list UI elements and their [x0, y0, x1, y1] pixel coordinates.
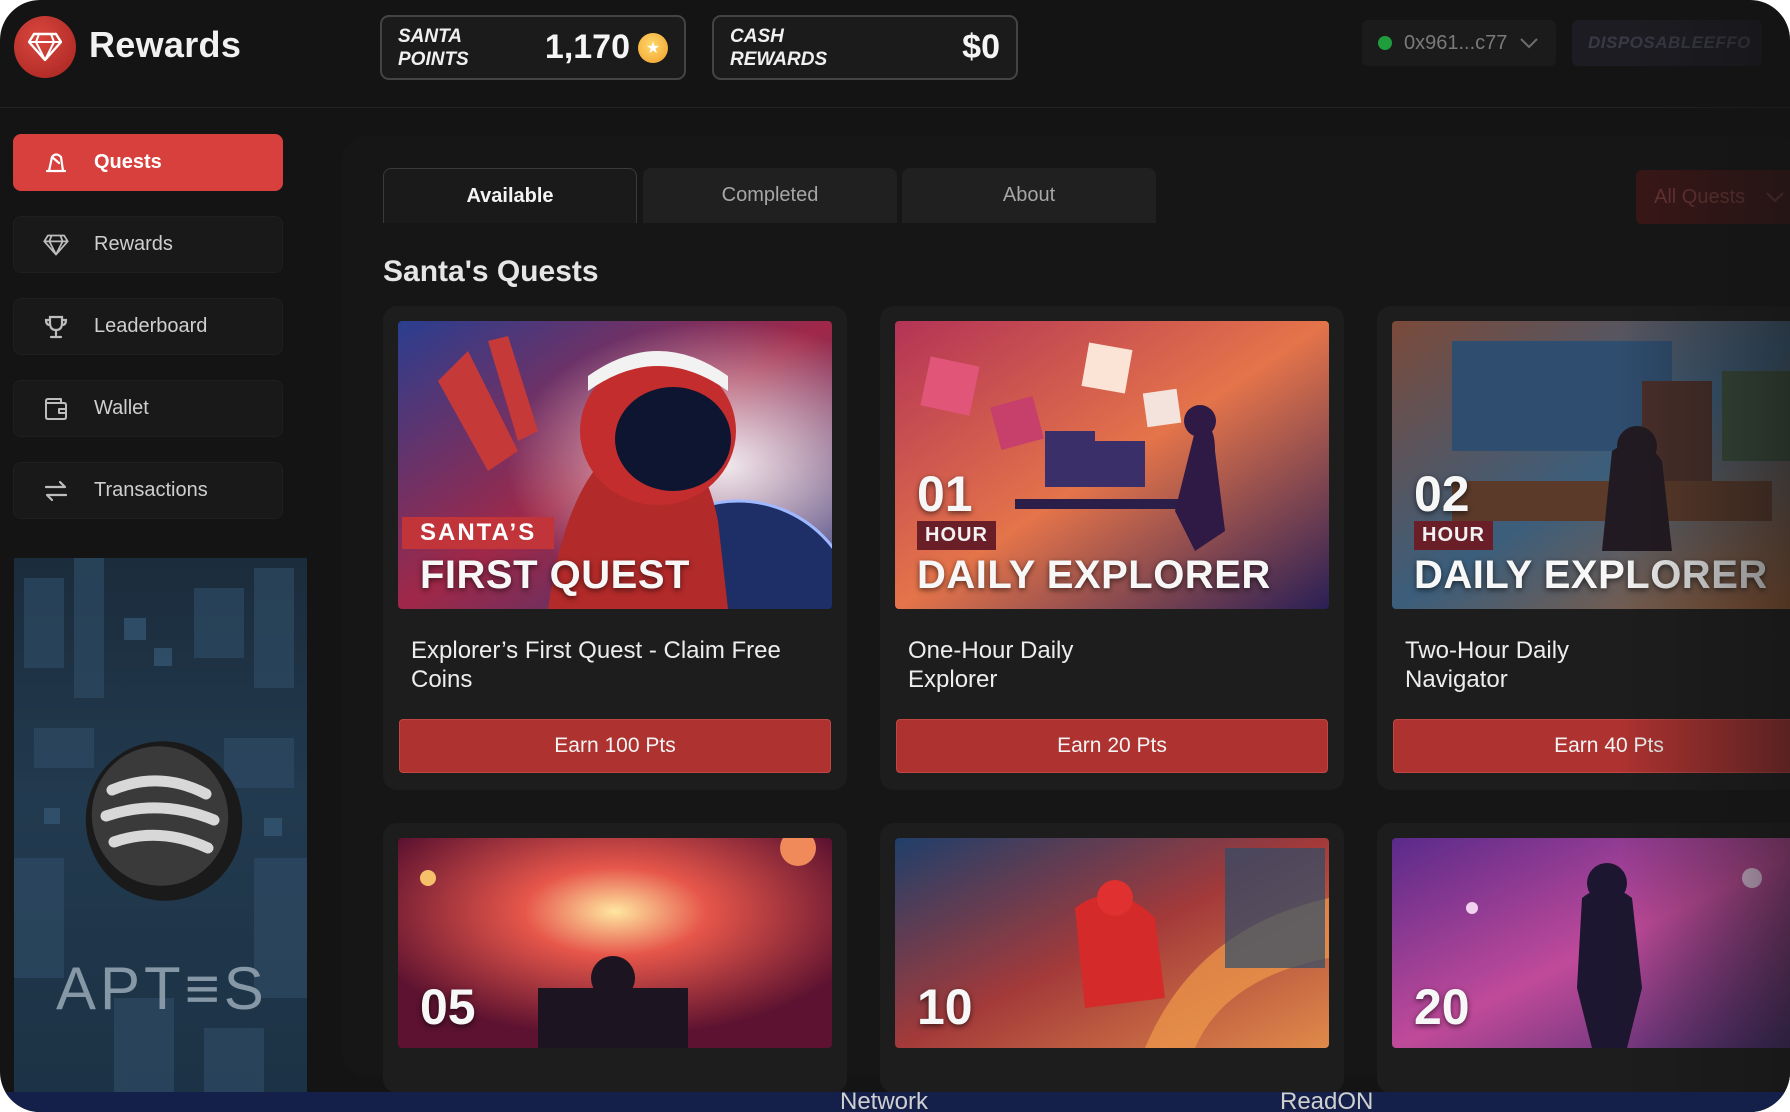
- app-frame: Rewards SANTA POINTS 1,170 ★ CASH REWARD…: [0, 0, 1790, 1112]
- cash-rewards-box[interactable]: CASH REWARDS $0: [712, 15, 1018, 80]
- quest-title: One-Hour Daily Explorer: [908, 637, 1074, 693]
- wallet-icon: [42, 395, 70, 423]
- quest-card-ten-hour[interactable]: 10: [880, 823, 1344, 1093]
- sidebar-item-quests[interactable]: Quests: [13, 134, 283, 191]
- quest-image-caption: DAILY EXPLORER: [917, 553, 1271, 597]
- wallet-address: 0x961...c77: [1404, 31, 1508, 54]
- quest-thumbnail: 10: [895, 838, 1329, 1048]
- santa-points-box[interactable]: SANTA POINTS 1,170 ★: [380, 15, 686, 80]
- quest-card-one-hour[interactable]: 01 HOUR DAILY EXPLORER One-Hour Daily Ex…: [880, 306, 1344, 790]
- santa-points-value: 1,170 ★: [545, 28, 668, 67]
- quest-image-unit: HOUR: [917, 521, 996, 550]
- earn-points-button[interactable]: Earn 40 Pts: [1393, 719, 1790, 773]
- santa-points-label: SANTA POINTS: [398, 25, 469, 70]
- quest-title: Two-Hour Daily Navigator: [1405, 637, 1570, 693]
- quest-icon: [42, 149, 70, 177]
- quest-image-unit: HOUR: [1414, 521, 1493, 550]
- quest-image-caption: DAILY EXPLORER: [1414, 553, 1768, 597]
- disposable-account-button[interactable]: DISPOSABLEEFFO: [1572, 20, 1762, 66]
- quest-image-tag: SANTA’S: [402, 517, 555, 549]
- santa-points-number: 1,170: [544, 28, 630, 66]
- quest-image-number: 01: [917, 466, 973, 522]
- quest-card-first-quest[interactable]: SANTA’S FIRST QUEST Explorer’s First Que…: [383, 306, 847, 790]
- bottom-banner-strip: Network ReadON: [0, 1092, 1790, 1112]
- quest-thumbnail: SANTA’S FIRST QUEST: [398, 321, 832, 609]
- quest-filter-dropdown[interactable]: All Quests: [1636, 170, 1790, 224]
- chevron-down-icon: [1520, 38, 1539, 49]
- earn-points-button[interactable]: Earn 20 Pts: [896, 719, 1328, 773]
- cash-rewards-label: CASH REWARDS: [730, 25, 828, 70]
- quest-image-caption: FIRST QUEST: [420, 553, 690, 597]
- quest-thumbnail: 02 HOUR DAILY EXPLORER: [1392, 321, 1790, 609]
- coin-icon: ★: [638, 32, 668, 63]
- quest-image-number: 20: [1414, 979, 1470, 1035]
- sidebar-item-label: Transactions: [94, 479, 208, 501]
- quest-thumbnail: 20: [1392, 838, 1790, 1048]
- trophy-icon: [42, 313, 70, 341]
- app-title: Rewards: [89, 24, 242, 65]
- cash-rewards-value: $0: [962, 28, 1000, 66]
- bottom-strip-right-text: ReadON: [1280, 1092, 1374, 1112]
- quest-thumbnail: 01 HOUR DAILY EXPLORER: [895, 321, 1329, 609]
- top-bar: Rewards SANTA POINTS 1,170 ★ CASH REWARD…: [0, 0, 1790, 108]
- quest-title: Explorer’s First Quest - Claim Free Coin…: [411, 637, 781, 693]
- quest-image-number: 10: [917, 979, 973, 1035]
- sidebar-item-rewards[interactable]: Rewards: [13, 216, 283, 273]
- tab-available[interactable]: Available: [383, 168, 637, 223]
- connected-status-icon: [1378, 36, 1392, 50]
- sidebar-item-label: Leaderboard: [94, 315, 208, 337]
- chevron-down-icon: [1766, 192, 1784, 203]
- diamond-icon: [42, 231, 70, 259]
- aptos-promo-banner[interactable]: APT≡S: [14, 558, 307, 1098]
- section-title: Santa's Quests: [383, 255, 599, 288]
- quest-image-number: 05: [420, 979, 476, 1035]
- bottom-strip-left-text: Network: [840, 1092, 929, 1112]
- sidebar-item-label: Quests: [94, 151, 162, 173]
- sidebar-item-transactions[interactable]: Transactions: [13, 462, 283, 519]
- quest-card-five-hour[interactable]: 05: [383, 823, 847, 1093]
- sidebar-item-leaderboard[interactable]: Leaderboard: [13, 298, 283, 355]
- sidebar-item-label: Rewards: [94, 233, 173, 255]
- quest-card-two-hour[interactable]: 02 HOUR DAILY EXPLORER Two-Hour Daily Na…: [1377, 306, 1790, 790]
- quest-image-number: 02: [1414, 466, 1470, 522]
- quest-thumbnail: 05: [398, 838, 832, 1048]
- quest-card-twenty-hour[interactable]: 20: [1377, 823, 1790, 1093]
- earn-points-button[interactable]: Earn 100 Pts: [399, 719, 831, 773]
- tab-completed[interactable]: Completed: [643, 168, 897, 223]
- wallet-selector[interactable]: 0x961...c77: [1362, 20, 1556, 66]
- sidebar-item-label: Wallet: [94, 397, 149, 419]
- brand-logo[interactable]: [14, 16, 76, 78]
- sidebar-item-wallet[interactable]: Wallet: [13, 380, 283, 437]
- diamond-icon: [28, 32, 62, 62]
- tab-about[interactable]: About: [902, 168, 1156, 223]
- quest-filter-label: All Quests: [1654, 185, 1746, 208]
- transfer-icon: [42, 477, 70, 505]
- aptos-wordmark: APT≡S: [56, 955, 268, 1022]
